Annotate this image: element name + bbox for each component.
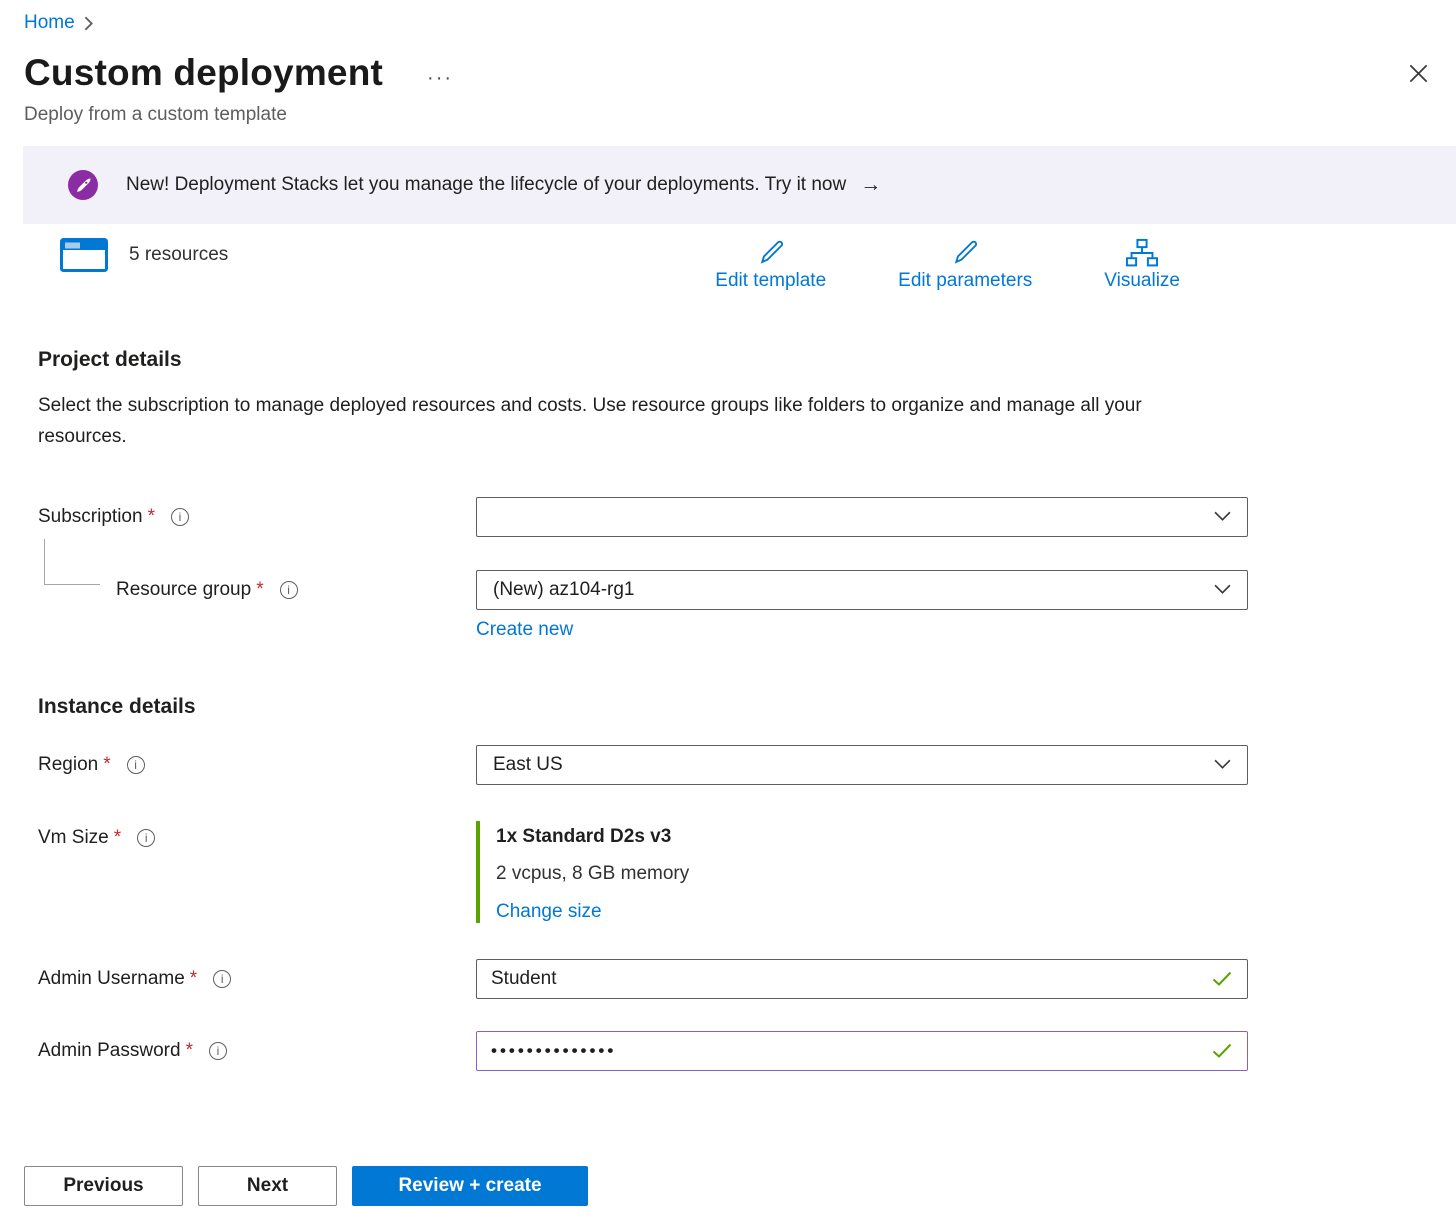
admin-password-input[interactable] xyxy=(476,1031,1248,1071)
breadcrumb-chevron-icon xyxy=(83,16,94,31)
template-actions: Edit template Edit parameters Visua xyxy=(715,238,1180,292)
edit-template-button[interactable]: Edit template xyxy=(715,238,826,292)
vm-size-specs: 2 vcpus, 8 GB memory xyxy=(496,863,1248,885)
check-icon xyxy=(1212,1043,1232,1059)
next-button[interactable]: Next xyxy=(198,1166,337,1206)
resource-group-dropdown[interactable]: (New) az104-rg1 xyxy=(476,570,1248,610)
custom-deployment-page: Home Custom deployment ··· Deploy from a… xyxy=(0,0,1456,1219)
edit-template-label: Edit template xyxy=(715,270,826,292)
rocket-icon xyxy=(68,170,98,200)
required-marker: * xyxy=(190,968,197,990)
create-new-row: Create new xyxy=(38,619,1432,641)
admin-password-label-cell: Admin Password * i xyxy=(38,1040,476,1062)
admin-username-label-cell: Admin Username * i xyxy=(38,968,476,990)
info-icon[interactable]: i xyxy=(213,970,231,988)
change-size-link[interactable]: Change size xyxy=(496,901,602,923)
region-label-cell: Region * i xyxy=(38,754,476,776)
more-options-button[interactable]: ··· xyxy=(427,67,453,90)
edit-parameters-button[interactable]: Edit parameters xyxy=(898,238,1032,292)
region-row: Region * i East US xyxy=(38,745,1432,785)
required-marker: * xyxy=(256,579,263,601)
close-icon[interactable] xyxy=(1405,60,1432,87)
required-marker: * xyxy=(186,1040,193,1062)
required-marker: * xyxy=(114,827,121,849)
instance-details-heading: Instance details xyxy=(38,695,1432,719)
chevron-down-icon xyxy=(1214,511,1231,522)
vm-size-name: 1x Standard D2s v3 xyxy=(496,821,1248,846)
info-icon[interactable]: i xyxy=(137,829,155,847)
resources-icon xyxy=(60,238,108,272)
subscription-label: Subscription xyxy=(38,506,143,528)
subscription-dropdown[interactable] xyxy=(476,497,1248,537)
page-subtitle: Deploy from a custom template xyxy=(24,104,1432,126)
arrow-right-icon[interactable]: → xyxy=(860,173,881,197)
check-icon xyxy=(1212,971,1232,987)
template-bar: 5 resources Edit template Edit parameter… xyxy=(24,238,1432,292)
region-value: East US xyxy=(493,754,563,776)
pencil-icon xyxy=(755,238,787,268)
subscription-label-cell: Subscription * i xyxy=(38,506,476,528)
info-icon[interactable]: i xyxy=(127,756,145,774)
visualize-button[interactable]: Visualize xyxy=(1104,238,1180,292)
project-details-description: Select the subscription to manage deploy… xyxy=(38,390,1198,453)
chevron-down-icon xyxy=(1214,584,1231,595)
breadcrumb: Home xyxy=(24,10,1432,34)
admin-password-row: Admin Password * i xyxy=(38,1031,1432,1071)
breadcrumb-home-link[interactable]: Home xyxy=(24,12,75,34)
previous-button[interactable]: Previous xyxy=(24,1166,183,1206)
info-icon[interactable]: i xyxy=(209,1042,227,1060)
vm-size-row: Vm Size * i 1x Standard D2s v3 2 vcpus, … xyxy=(38,821,1432,923)
project-details-heading: Project details xyxy=(38,348,1432,372)
project-details-section: Project details Select the subscription … xyxy=(38,348,1432,641)
instance-details-section: Instance details Region * i East US Vm S… xyxy=(38,695,1432,1071)
info-icon[interactable]: i xyxy=(171,508,189,526)
vm-size-label-cell: Vm Size * i xyxy=(38,827,476,849)
resource-group-label-cell: Resource group * i xyxy=(38,579,476,601)
required-marker: * xyxy=(148,506,155,528)
review-create-button[interactable]: Review + create xyxy=(352,1166,588,1206)
region-label: Region xyxy=(38,754,98,776)
vm-size-summary: 1x Standard D2s v3 2 vcpus, 8 GB memory … xyxy=(476,821,1248,923)
subscription-row: Subscription * i xyxy=(38,497,1432,537)
admin-username-input[interactable] xyxy=(476,959,1248,999)
admin-username-row: Admin Username * i xyxy=(38,959,1432,999)
resources-count-label: 5 resources xyxy=(129,244,228,266)
chevron-down-icon xyxy=(1214,759,1231,770)
create-new-link[interactable]: Create new xyxy=(476,619,573,641)
tree-connector xyxy=(44,539,100,585)
banner-text: New! Deployment Stacks let you manage th… xyxy=(126,174,846,196)
visualize-icon xyxy=(1125,238,1159,268)
info-icon[interactable]: i xyxy=(280,581,298,599)
vm-size-label: Vm Size xyxy=(38,827,109,849)
page-title: Custom deployment xyxy=(24,52,383,94)
region-dropdown[interactable]: East US xyxy=(476,745,1248,785)
edit-parameters-label: Edit parameters xyxy=(898,270,1032,292)
deployment-stacks-banner[interactable]: New! Deployment Stacks let you manage th… xyxy=(23,146,1456,224)
resource-group-row: Resource group * i (New) az104-rg1 xyxy=(38,570,1432,610)
resource-group-value: (New) az104-rg1 xyxy=(493,579,635,601)
admin-username-label: Admin Username xyxy=(38,968,185,990)
project-form: Subscription * i Resource group * xyxy=(38,497,1432,641)
resource-group-label: Resource group xyxy=(116,579,251,601)
visualize-label: Visualize xyxy=(1104,270,1180,292)
template-resources: 5 resources xyxy=(60,238,228,272)
required-marker: * xyxy=(103,754,110,776)
footer-actions: Previous Next Review + create xyxy=(24,1166,588,1206)
admin-password-label: Admin Password xyxy=(38,1040,181,1062)
title-row: Custom deployment ··· xyxy=(24,52,1432,94)
pencil-icon xyxy=(949,238,981,268)
